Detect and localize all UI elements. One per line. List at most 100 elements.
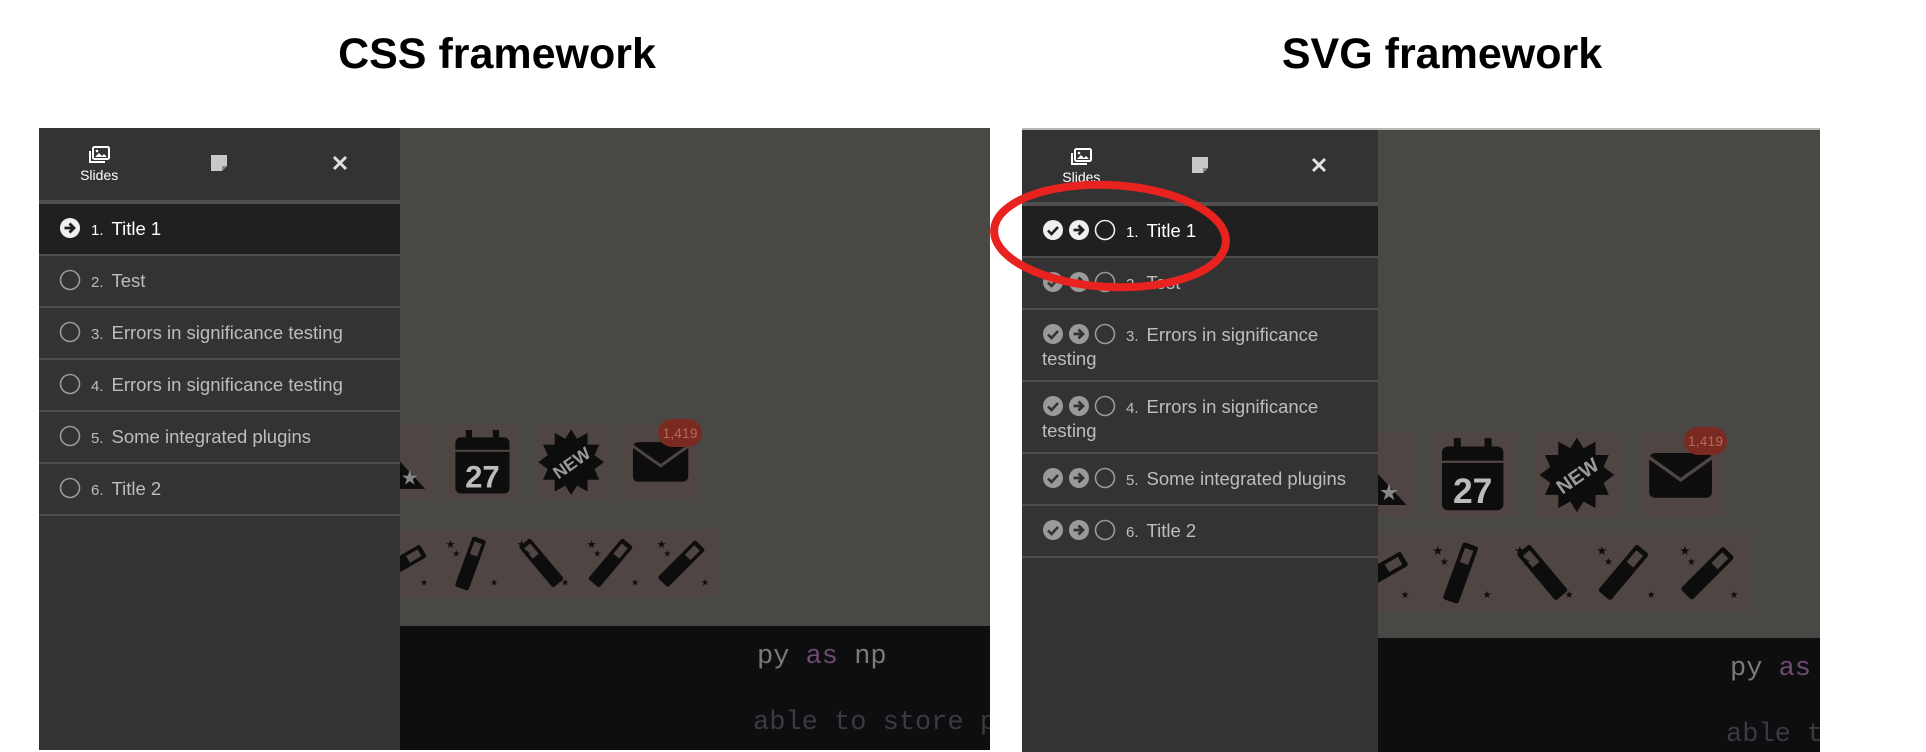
- code-line: py as np: [1730, 654, 1812, 684]
- code-line: able to store positive results: [753, 708, 990, 738]
- tab-close[interactable]: [280, 128, 400, 200]
- check-circle-icon[interactable]: [1042, 271, 1064, 297]
- slide-number: 5.: [91, 430, 104, 447]
- arrow-circle-icon[interactable]: [1068, 395, 1090, 421]
- slide-title: Errors in significance testing: [111, 322, 343, 343]
- magic-wand-icon: ★★★: [1664, 535, 1749, 611]
- empty-circle-icon[interactable]: [59, 477, 81, 503]
- empty-circle-icon[interactable]: [59, 425, 81, 451]
- mail-count-badge: 1,419: [658, 419, 702, 447]
- empty-circle-icon[interactable]: [59, 269, 81, 295]
- svg-text:★: ★: [401, 467, 419, 489]
- svg-text:★: ★: [523, 549, 531, 559]
- slide-item-6[interactable]: 6. Title 2: [1022, 506, 1378, 558]
- svg-text:★: ★: [1604, 557, 1613, 568]
- arrow-circle-icon[interactable]: [1068, 467, 1090, 493]
- svg-text:★: ★: [1440, 557, 1449, 568]
- calendar-icon: 27: [445, 425, 520, 499]
- code-line: py as np: [757, 642, 887, 672]
- svg-text:★: ★: [453, 549, 461, 559]
- slide-item-1[interactable]: 1. Title 1: [1022, 206, 1378, 258]
- tab-label: Slides: [80, 166, 119, 183]
- slide-number: 6.: [91, 482, 104, 499]
- slide-item-3[interactable]: 3. Errors in significance testing: [39, 308, 400, 360]
- tab-notes[interactable]: [159, 128, 279, 200]
- empty-circle-icon[interactable]: [1094, 271, 1116, 297]
- magic-wand-icon: ★★★: [433, 530, 508, 597]
- slides-icon: [1070, 147, 1093, 169]
- check-circle-icon[interactable]: [1042, 323, 1064, 349]
- code-block: py as np able to store positive results: [1378, 638, 1820, 752]
- svg-text:★: ★: [701, 577, 709, 587]
- sidebar-tabs: Slides: [39, 128, 400, 204]
- svg-framework-screenshot: Slides 1. Title 1 2. Test 3. Errors in signifi…: [1022, 128, 1820, 752]
- slide-item-3[interactable]: 3. Errors in significance testing: [1022, 310, 1378, 382]
- calendar-day: 27: [465, 459, 500, 494]
- mail-icon: 1,419: [1639, 427, 1727, 517]
- slide-number: 1.: [1126, 224, 1139, 241]
- calendar-day: 27: [1453, 471, 1492, 511]
- svg-text:★: ★: [1597, 544, 1608, 558]
- check-circle-icon[interactable]: [1042, 395, 1064, 421]
- empty-circle-icon[interactable]: [1094, 219, 1116, 245]
- tab-slides[interactable]: Slides: [39, 128, 159, 200]
- arrow-circle-icon[interactable]: [1068, 323, 1090, 349]
- slide-title: Title 2: [1146, 520, 1197, 541]
- slide-number: 1.: [91, 222, 104, 239]
- tab-notes[interactable]: [1141, 130, 1260, 202]
- arrow-circle-icon[interactable]: [1068, 271, 1090, 297]
- slide-title: Some integrated plugins: [111, 426, 312, 447]
- check-circle-icon[interactable]: [1042, 519, 1064, 545]
- slide-number: 2.: [91, 274, 104, 291]
- slide-number: 3.: [91, 326, 104, 343]
- svg-text:★: ★: [1401, 590, 1410, 601]
- slide-item-2[interactable]: 2. Test: [1022, 258, 1378, 310]
- slide-number: 4.: [1126, 400, 1139, 417]
- magic-wand-icon: ★★★: [1582, 535, 1667, 611]
- slide-number: 2.: [1126, 276, 1139, 293]
- slide-item-5[interactable]: 5. Some integrated plugins: [1022, 454, 1378, 506]
- empty-circle-icon[interactable]: [1094, 467, 1116, 493]
- slide-title: Title 1: [111, 218, 162, 239]
- svg-text:★: ★: [1483, 590, 1492, 601]
- check-circle-icon[interactable]: [1042, 219, 1064, 245]
- slide-item-5[interactable]: 5. Some integrated plugins: [39, 412, 400, 464]
- code-line: able to store positive results: [1726, 720, 1820, 750]
- magic-wand-icon: ★★★: [573, 530, 648, 597]
- svg-text:★: ★: [631, 577, 639, 587]
- empty-circle-icon[interactable]: [1094, 323, 1116, 349]
- arrow-circle-icon[interactable]: [59, 217, 81, 243]
- magic-wand-icon: ★★★: [1418, 535, 1503, 611]
- empty-circle-icon[interactable]: [59, 373, 81, 399]
- slide-content: ★ 27 NEW 1,419 ★★★★★★★★★★★★★★★ py as np …: [1331, 130, 1820, 752]
- empty-circle-icon[interactable]: [1094, 519, 1116, 545]
- empty-circle-icon[interactable]: [1094, 395, 1116, 421]
- slides-sidebar: Slides 1. Title 1 2. Test 3. Errors in signifi…: [1022, 130, 1378, 752]
- heading-css-framework: CSS framework: [338, 30, 656, 78]
- slide-item-4[interactable]: 4. Errors in significance testing: [1022, 382, 1378, 454]
- slide-number: 3.: [1126, 328, 1139, 345]
- svg-text:★: ★: [1515, 544, 1526, 558]
- magic-wand-icon: ★★★: [503, 530, 578, 597]
- arrow-circle-icon[interactable]: [1068, 219, 1090, 245]
- arrow-circle-icon[interactable]: [1068, 519, 1090, 545]
- svg-text:★: ★: [1686, 557, 1695, 568]
- slide-item-4[interactable]: 4. Errors in significance testing: [39, 360, 400, 412]
- slide-item-2[interactable]: 2. Test: [39, 256, 400, 308]
- magic-wand-icon: ★★★: [644, 530, 719, 597]
- close-icon: [332, 155, 348, 174]
- svg-text:★: ★: [1432, 544, 1443, 558]
- calendar-icon: 27: [1431, 433, 1515, 517]
- empty-circle-icon[interactable]: [59, 321, 81, 347]
- slide-item-6[interactable]: 6. Title 2: [39, 464, 400, 516]
- slide-item-1[interactable]: 1. Title 1: [39, 204, 400, 256]
- svg-text:★: ★: [663, 549, 671, 559]
- tab-slides[interactable]: Slides: [1022, 130, 1141, 202]
- tab-close[interactable]: [1259, 130, 1378, 202]
- check-circle-icon[interactable]: [1042, 467, 1064, 493]
- new-badge-icon: NEW: [1535, 433, 1619, 517]
- notes-icon: [1191, 156, 1209, 177]
- svg-text:★: ★: [1647, 590, 1656, 601]
- sidebar-tabs: Slides: [1022, 130, 1378, 206]
- slides-icon: [88, 145, 111, 167]
